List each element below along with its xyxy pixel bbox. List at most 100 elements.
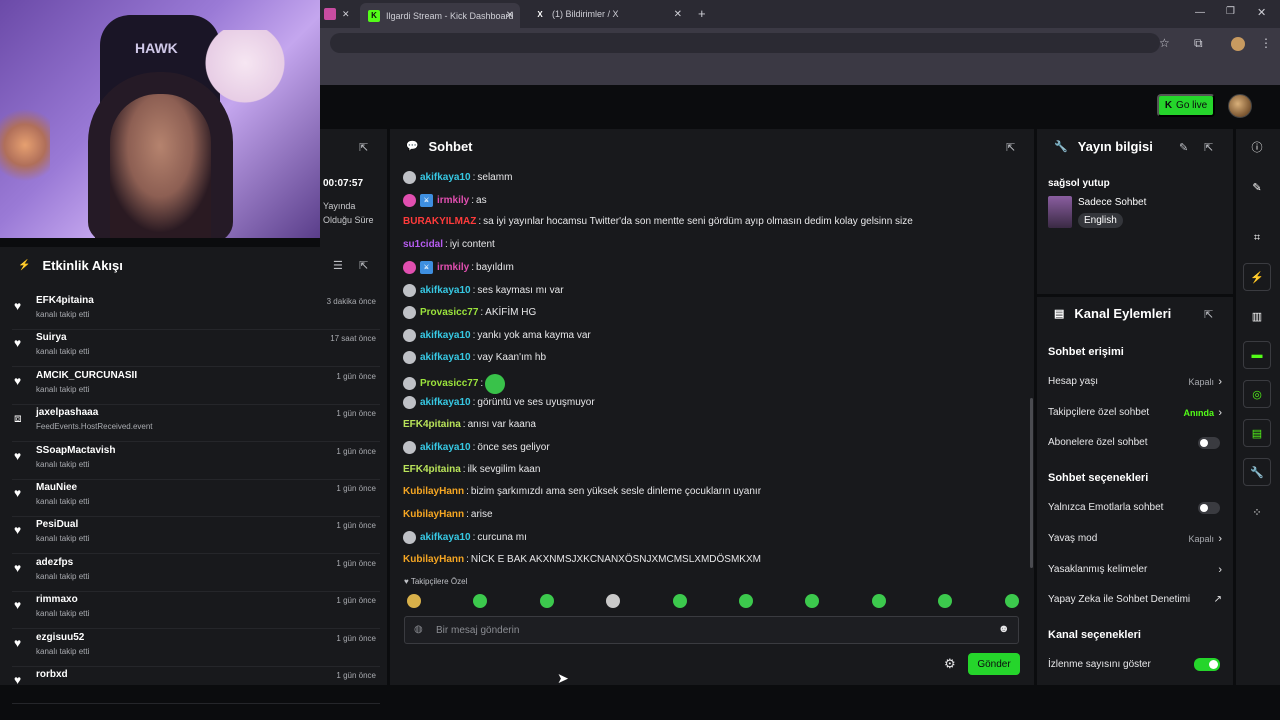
avatar[interactable]	[1228, 94, 1252, 118]
chat-username[interactable]: Provasicc77	[420, 378, 478, 389]
account-age-option[interactable]: Hesap yaşı Kapalı ›	[1048, 376, 1224, 388]
list-item[interactable]: ♥ rorbxd 1 gün önce	[12, 667, 380, 704]
heart-icon: ♥	[14, 673, 22, 687]
popout-icon[interactable]: ⇱	[1204, 141, 1213, 154]
lightning-icon[interactable]: ⚡	[1243, 263, 1271, 291]
chat-icon[interactable]: ▬	[1243, 341, 1271, 369]
list-item[interactable]: ♥ EFK4pitaina kanalı takip etti 3 dakika ön…	[12, 293, 380, 330]
info-icon[interactable]: ⓘ	[1243, 133, 1271, 161]
wrench-icon[interactable]: 🔧	[1243, 458, 1271, 486]
chat-username[interactable]: irmkily	[437, 195, 469, 206]
user-badge-icon	[403, 171, 416, 184]
chat-username[interactable]: KubilayHann	[403, 509, 464, 520]
address-bar[interactable]	[330, 33, 1160, 53]
activity-user[interactable]: jaxelpashaaa	[36, 407, 98, 418]
slow-mode-option[interactable]: Yavaş mod Kapalı ›	[1048, 533, 1224, 545]
dots-icon[interactable]: ⁘	[1243, 498, 1271, 526]
activity-user[interactable]: Suirya	[36, 332, 67, 343]
extensions-icon[interactable]: ⧉	[1194, 36, 1203, 51]
popout-icon[interactable]: ⇱	[1006, 141, 1015, 154]
bookmark-star-icon[interactable]: ☆	[1159, 36, 1170, 50]
document-icon[interactable]: ▥	[1243, 302, 1271, 330]
maximize-icon[interactable]: ❐	[1226, 6, 1235, 17]
filter-icon[interactable]: ☰	[333, 259, 343, 272]
crop-icon[interactable]: ⌗	[1243, 224, 1271, 252]
close-icon[interactable]: ✕	[506, 10, 514, 21]
chat-scrollbar[interactable]	[1030, 398, 1033, 568]
list-item[interactable]: ♥ Suirya kanalı takip etti 17 saat önce	[12, 330, 380, 368]
chat-username[interactable]: KubilayHann	[403, 554, 464, 565]
chat-username[interactable]: akifkaya10	[420, 352, 471, 363]
popout-icon[interactable]: ⇱	[359, 259, 368, 272]
emote-icon[interactable]	[672, 594, 687, 608]
tab-notifications-x[interactable]: X (1) Bildirimler / X ✕	[534, 4, 684, 24]
browser-menu-icon[interactable]: ⋮	[1260, 36, 1272, 50]
list-item[interactable]: ♥ MauNiee kanalı takip etti 1 gün önce	[12, 480, 380, 517]
tab-previous[interactable]: ✕	[324, 4, 354, 24]
popout-icon[interactable]: ⇱	[1204, 308, 1213, 321]
chat-username[interactable]: su1cidal	[403, 239, 443, 250]
send-button[interactable]: Gönder	[968, 653, 1020, 675]
list-item[interactable]: ♥ PesiDual kanalı takip etti 1 gün önce	[12, 517, 380, 555]
chat-username[interactable]: Provasicc77	[420, 307, 478, 318]
pencil-icon[interactable]: ✎	[1243, 173, 1271, 201]
activity-user[interactable]: rorbxd	[36, 669, 68, 680]
chat-message: ⚔ irmkily: bayıldım	[403, 261, 514, 274]
list-item[interactable]: ♥ adezfps kanalı takip etti 1 gün önce	[12, 555, 380, 592]
broadcast-icon[interactable]: ◎	[1243, 380, 1271, 408]
close-icon[interactable]: ✕	[342, 9, 350, 20]
emote-icon[interactable]	[539, 594, 554, 608]
tab-kick-dashboard[interactable]: K Ilgardi Stream - Kick Dashboard ✕	[360, 3, 520, 28]
activity-user[interactable]: ezgisuu52	[36, 632, 84, 643]
emote-picker-icon[interactable]: ☻	[998, 623, 1010, 635]
chat-username[interactable]: EFK4pitaina	[403, 464, 461, 475]
chat-username[interactable]: akifkaya10	[420, 172, 471, 183]
list-item[interactable]: ♥ SSoapMactavish kanalı takip etti 1 gün ön…	[12, 443, 380, 480]
chat-username[interactable]: BURAKYILMAZ	[403, 216, 476, 227]
chat-username[interactable]: akifkaya10	[420, 532, 471, 543]
chat-username[interactable]: akifkaya10	[420, 330, 471, 341]
list-item[interactable]: ♥ rimmaxo kanalı takip etti 1 gün önce	[12, 592, 380, 630]
chat-username[interactable]: akifkaya10	[420, 442, 471, 453]
emote-icon[interactable]	[407, 594, 421, 608]
emote-icon[interactable]	[871, 594, 886, 608]
subscribers-only-toggle[interactable]	[1198, 436, 1220, 449]
stream-info-header: 🔧 Yayın bilgisi	[1054, 139, 1153, 154]
emote-icon[interactable]	[739, 594, 753, 608]
chat-message: KubilayHann: bizim şarkımızdı ama sen yü…	[403, 486, 761, 497]
banned-words-option[interactable]: Yasaklanmış kelimeler ›	[1048, 564, 1224, 576]
chat-username[interactable]: akifkaya10	[420, 397, 471, 408]
chat-text: önce ses geliyor	[477, 442, 550, 453]
emote-only-toggle[interactable]	[1198, 501, 1220, 514]
chat-username[interactable]: EFK4pitaina	[403, 419, 461, 430]
chat-message: akifkaya10: selamm	[403, 171, 512, 184]
chat-username[interactable]: akifkaya10	[420, 285, 471, 296]
activity-user[interactable]: AMCIK_CURCUNASII	[36, 370, 137, 381]
activity-user[interactable]: MauNiee	[36, 482, 77, 493]
emote-icon[interactable]	[1004, 594, 1019, 608]
activity-user[interactable]: rimmaxo	[36, 594, 78, 605]
edit-pencil-icon[interactable]: ✎	[1179, 141, 1188, 154]
activity-user[interactable]: SSoapMactavish	[36, 445, 115, 456]
go-live-button[interactable]: K Go live	[1157, 94, 1215, 117]
chat-settings-gear-icon[interactable]: ⚙	[944, 656, 956, 672]
activity-user[interactable]: adezfps	[36, 557, 73, 568]
chat-username[interactable]: irmkily	[437, 262, 469, 273]
new-tab-button[interactable]: +	[698, 6, 706, 21]
list-item[interactable]: ♥ AMCIK_CURCUNASII kanalı takip etti 1 gün …	[12, 368, 380, 405]
activity-user[interactable]: EFK4pitaina	[36, 295, 94, 306]
activity-user[interactable]: PesiDual	[36, 519, 78, 530]
channel-actions-icon[interactable]: ▤	[1243, 419, 1271, 447]
close-icon[interactable]: ✕	[674, 9, 682, 20]
popout-icon[interactable]: ⇱	[359, 141, 368, 154]
window-close-icon[interactable]: ✕	[1257, 6, 1266, 19]
show-viewers-toggle[interactable]	[1194, 658, 1220, 671]
chat-username[interactable]: KubilayHann	[403, 486, 464, 497]
ai-moderation-option[interactable]: Yapay Zeka ile Sohbet Denetimi ↗	[1048, 594, 1224, 605]
profile-avatar-icon[interactable]	[1231, 37, 1245, 51]
chat-separator: :	[478, 216, 482, 227]
list-item[interactable]: ♥ ezgisuu52 kanalı takip etti 1 gün önce	[12, 630, 380, 667]
minimize-icon[interactable]: —	[1195, 7, 1205, 18]
list-item[interactable]: ⧈ jaxelpashaaa FeedEvents.HostReceived.eve…	[12, 405, 380, 443]
followers-only-option[interactable]: Takipçilere özel sohbet Anında ›	[1048, 407, 1224, 419]
